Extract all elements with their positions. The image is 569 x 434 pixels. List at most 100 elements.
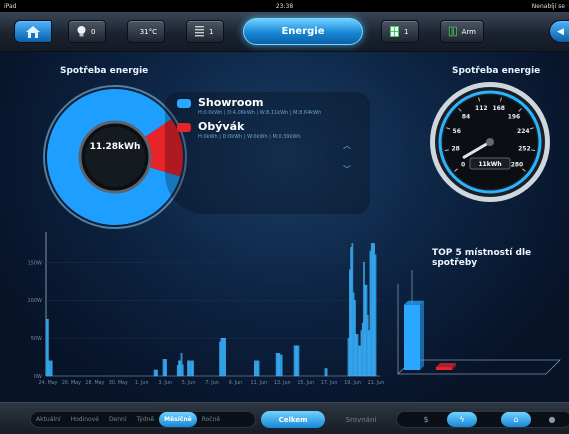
bottom-toolbar: Aktuální Hodinové Denní Týdně Měsíčně Ro…	[0, 402, 569, 434]
donut-title: Spotřeba energie	[60, 66, 149, 76]
legend-name: Showroom	[198, 96, 264, 109]
period-tydne[interactable]: Týdně	[132, 416, 160, 423]
top-toolbar: 0 31°C 1 Energie 1 Arm ◀	[0, 12, 569, 52]
bar	[164, 359, 166, 377]
rooms-count: 1	[404, 27, 409, 36]
bar	[219, 341, 221, 377]
bar	[176, 365, 179, 377]
celkem-button[interactable]: Celkem	[261, 411, 325, 428]
bar	[369, 250, 372, 377]
x-tick-label: 5. Jun	[182, 380, 196, 386]
x-tick-label: 13. Jun	[274, 380, 291, 386]
security-button[interactable]: Arm	[440, 20, 484, 43]
security-state: Arm	[461, 27, 476, 36]
gauge-tick-label: 28	[451, 146, 459, 153]
bolt-icon[interactable]: ϟ	[447, 412, 477, 427]
bar	[352, 292, 355, 377]
bar	[255, 360, 257, 377]
x-tick-label: 3. Jun	[158, 380, 172, 386]
blinds-count: 1	[209, 27, 214, 36]
rooms-button[interactable]: 1	[381, 20, 419, 43]
x-tick-label: 24. May	[38, 380, 57, 386]
bar	[358, 345, 360, 377]
home-button[interactable]	[14, 20, 52, 43]
consumption-bar-chart: 0W 50W 100W 150W 24. May 26. May 28. May 30. Ma…	[28, 232, 385, 386]
legend-item-obyvak[interactable]: Obývák H:0kWh | D:0kWh | W:0kWh | M:0.39…	[177, 120, 301, 140]
bar	[189, 360, 192, 377]
bar	[370, 243, 373, 377]
legend-swatch-showroom	[177, 99, 191, 108]
legend-swatch-obyvak	[177, 123, 191, 132]
period-rocne[interactable]: Ročně	[197, 416, 225, 423]
scroll-up-icon[interactable]: ︿	[343, 140, 351, 151]
home-icon[interactable]: ⌂	[501, 412, 531, 427]
gauge-readout: 11kWh	[478, 161, 501, 168]
bar	[354, 300, 356, 377]
bar	[45, 319, 48, 377]
bar	[278, 353, 280, 377]
bar	[155, 369, 157, 377]
view-selector: $ ϟ ⌂ ●	[396, 411, 569, 428]
period-aktualni[interactable]: Aktuální	[31, 416, 66, 423]
bar	[293, 345, 296, 377]
bar	[363, 262, 365, 377]
blinds-button[interactable]: 1	[186, 20, 224, 43]
home-icon	[26, 25, 40, 38]
tab-energie-label: Energie	[281, 26, 325, 37]
bar	[162, 359, 165, 377]
device-label: iPad	[4, 2, 17, 10]
bar	[355, 334, 357, 377]
temperature-value: 31°C	[139, 27, 157, 36]
bar	[188, 360, 190, 377]
x-tick-label: 26. May	[62, 380, 81, 386]
legend-item-showroom[interactable]: Showroom H:0.0kWh | D:4.06kWh | W:8.11kW…	[177, 96, 321, 116]
period-hodinove[interactable]: Hodinové	[66, 416, 104, 423]
gauge-tick-label: 252	[518, 146, 531, 153]
light-count: 0	[91, 27, 96, 36]
energy-dashboard: Spotřeba energie Spotřeba energie 11.28k…	[0, 52, 569, 402]
gauge-tick-label: 84	[462, 113, 470, 120]
bar	[347, 338, 350, 377]
gauge-tick-label: 196	[508, 113, 521, 120]
top5-bar	[404, 304, 420, 370]
bar	[361, 322, 364, 377]
gauge-tick-label: 112	[475, 105, 488, 112]
power-gauge: 0 28 56 84 112 168196 224 252 280 11kWh	[430, 82, 550, 202]
bar	[280, 354, 283, 377]
tab-energie[interactable]: Energie	[243, 18, 363, 45]
gauge-tick-label: 224	[517, 128, 530, 135]
srovnani-button[interactable]: Srovnání	[330, 411, 392, 428]
clock: 23:38	[275, 2, 294, 10]
bulb-icon[interactable]: ●	[537, 412, 567, 427]
bar	[324, 368, 327, 377]
x-tick-label: 17. Jun	[321, 380, 338, 386]
x-tick-label: 15. Jun	[297, 380, 314, 386]
bar	[192, 360, 194, 377]
light-button[interactable]: 0	[68, 20, 106, 43]
next-button[interactable]: ◀	[549, 20, 569, 43]
period-mesicne[interactable]: Měsíčně	[159, 412, 197, 427]
gauge-title: Spotřeba energie	[452, 66, 541, 76]
bar	[224, 338, 226, 377]
bar	[256, 360, 259, 377]
x-tick-label: 9. Jun	[229, 380, 243, 386]
x-tick-label: 21. Jun	[368, 380, 385, 386]
legend-detail: H:0kWh | D:0kWh | W:0kWh | M:0.39kWh	[198, 134, 301, 140]
bar	[365, 284, 368, 377]
scroll-down-icon[interactable]: ﹀	[343, 164, 351, 175]
bar	[165, 359, 167, 377]
gauge-hub	[486, 138, 494, 146]
dollar-icon[interactable]: $	[411, 412, 441, 427]
bar	[373, 243, 375, 377]
x-tick-label: 30. May	[109, 380, 128, 386]
donut-center-inner	[85, 127, 145, 187]
bar	[356, 334, 359, 377]
x-tick-label: 28. May	[85, 380, 104, 386]
gauge-tick-label: 56	[453, 128, 461, 135]
x-tick-label: 11. Jun	[251, 380, 268, 386]
bar	[367, 315, 369, 377]
y-tick-label: 100W	[28, 298, 43, 304]
bar	[223, 338, 225, 377]
period-denni[interactable]: Denní	[104, 416, 132, 423]
temperature-button[interactable]: 31°C	[127, 20, 165, 43]
